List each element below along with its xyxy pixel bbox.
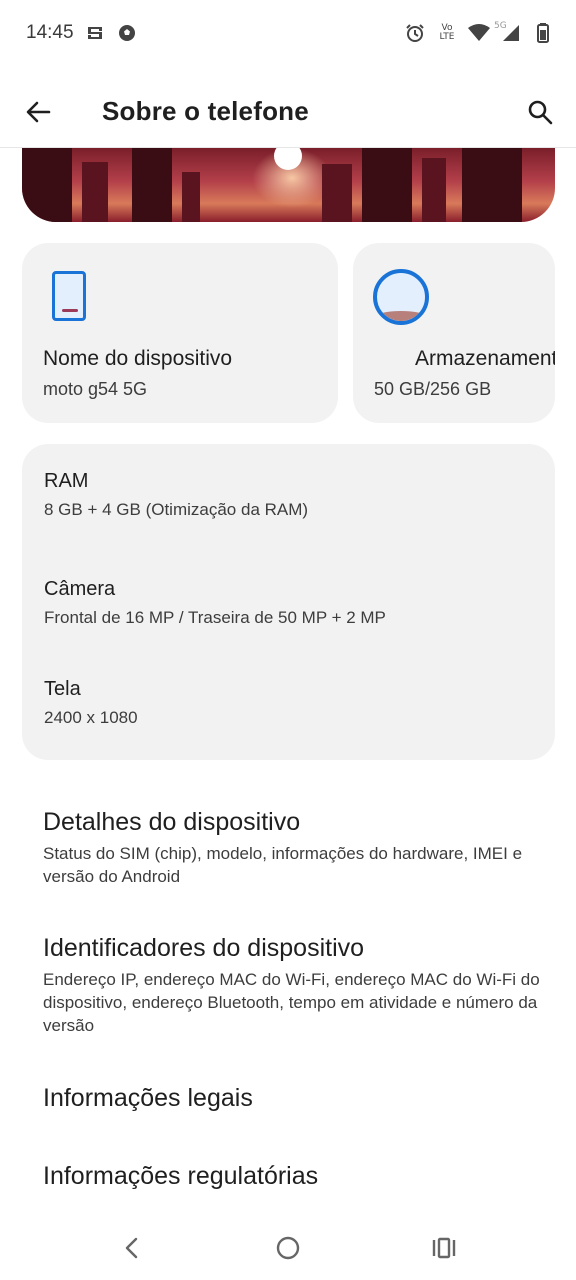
regulatory-info-title: Informações regulatórias [43, 1162, 319, 1190]
nav-recents-button[interactable] [426, 1230, 462, 1266]
screen-label: Tela [44, 678, 81, 700]
device-identifiers-item[interactable]: Identificadores do dispositivo Endereço … [43, 932, 543, 1037]
specs-card: RAM 8 GB + 4 GB (Otimização da RAM) Câme… [22, 444, 555, 760]
camera-value: Frontal de 16 MP / Traseira de 50 MP + 2… [44, 608, 386, 627]
network-label: 5G [494, 21, 507, 31]
device-details-desc: Status do SIM (chip), modelo, informaçõe… [43, 844, 523, 886]
device-identifiers-desc: Endereço IP, endereço MAC do Wi-Fi, ende… [43, 970, 540, 1035]
navigation-bar [0, 1216, 576, 1280]
camera-label: Câmera [44, 578, 116, 600]
status-right-icons: Vo LTE 5G [404, 22, 554, 44]
screen-cast-icon [84, 22, 106, 44]
status-bar: 14:45 Vo LTE 5G [0, 0, 576, 68]
status-time: 14:45 [26, 22, 74, 43]
recents-nav-icon [432, 1237, 456, 1259]
back-nav-icon [125, 1237, 138, 1259]
battery-icon [532, 22, 554, 44]
device-name-card[interactable]: Nome do dispositivo moto g54 5G [22, 243, 338, 423]
legal-info-title: Informações legais [43, 1084, 253, 1112]
regulatory-info-item[interactable]: Informações regulatórias [43, 1160, 543, 1192]
ram-value: 8 GB + 4 GB (Otimização da RAM) [44, 500, 309, 519]
storage-icon [373, 269, 429, 325]
wifi-icon [468, 22, 490, 44]
app-bar: Sobre o telefone [0, 78, 576, 148]
device-details-title: Detalhes do dispositivo [43, 808, 301, 836]
status-left-icons [84, 22, 138, 44]
device-name-value: moto g54 5G [43, 379, 148, 399]
soccer-ball-icon [116, 22, 138, 44]
nav-back-button[interactable] [114, 1230, 150, 1266]
alarm-icon [404, 22, 426, 44]
search-button[interactable] [522, 94, 558, 130]
home-nav-icon [276, 1236, 300, 1260]
volte-icon: Vo LTE [439, 23, 455, 42]
wallpaper-banner[interactable] [22, 148, 555, 222]
arrow-left-icon [26, 101, 51, 123]
signal-icon: 5G [494, 22, 522, 44]
phone-icon [52, 271, 86, 321]
nav-home-button[interactable] [270, 1230, 306, 1266]
legal-info-item[interactable]: Informações legais [43, 1082, 543, 1114]
device-details-item[interactable]: Detalhes do dispositivo Status do SIM (c… [43, 806, 543, 888]
storage-card[interactable]: Armazenamento 50 GB/256 GB [353, 243, 555, 423]
storage-value: 50 GB/256 GB [374, 379, 492, 399]
back-button[interactable] [20, 94, 56, 130]
ram-label: RAM [44, 470, 89, 492]
screen-value: 2400 x 1080 [44, 708, 138, 727]
page-title: Sobre o telefone [102, 96, 309, 126]
device-identifiers-title: Identificadores do dispositivo [43, 934, 365, 962]
search-icon [528, 100, 553, 125]
storage-title: Armazenamento [415, 347, 555, 370]
device-name-title: Nome do dispositivo [43, 347, 233, 370]
